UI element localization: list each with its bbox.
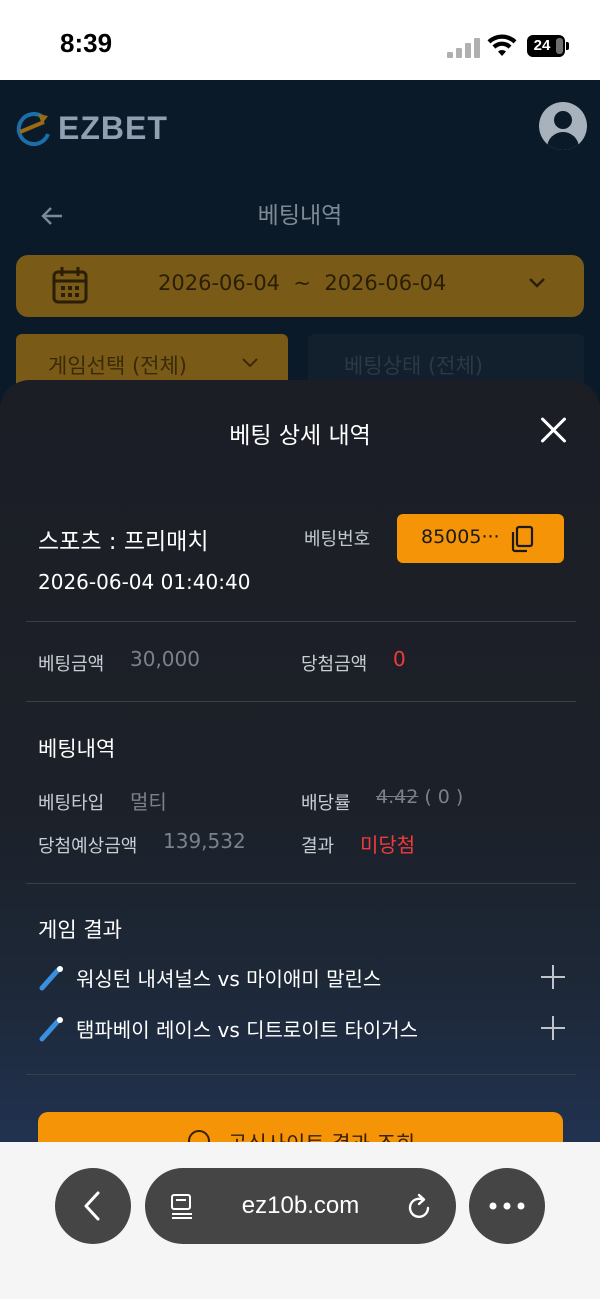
odds-value-group: 4.42 ( 0 ) [376,786,463,808]
expected-win-label: 당첨예상금액 [38,836,138,857]
clock: 8:39 [60,28,113,58]
expand-plus-icon[interactable] [541,965,565,989]
baseball-bat-icon [39,1017,63,1042]
bet-amount-value: 30,000 [130,647,200,671]
calendar-icon [52,267,88,304]
page-title: 베팅내역 [257,203,343,229]
bet-number-value: 85005··· [421,526,500,548]
close-icon[interactable] [540,416,568,444]
divider [26,883,576,884]
profile-avatar-icon[interactable] [539,102,587,150]
browser-back-button[interactable] [55,1168,131,1244]
game-results-title: 게임 결과 [38,918,122,942]
browser-toolbar: ez10b.com [0,1142,600,1299]
expand-plus-icon[interactable] [541,1016,565,1040]
bet-category: 스포츠 : 프리매치 [38,529,209,555]
bet-datetime: 2026-06-04 01:40:40 [38,570,251,594]
divider [26,701,576,702]
info-circle-icon [188,1130,210,1142]
game-result-row[interactable]: 탬파베이 레이스 vs 디트로이트 타이거스 [38,1012,568,1046]
status-filter-label: 베팅상태 (전체) [344,354,483,378]
game-name: 탬파베이 레이스 vs 디트로이트 타이거스 [76,1018,419,1042]
result-value: 미당첨 [360,833,416,857]
date-range-picker[interactable]: 2026-06-04 ~ 2026-06-04 [16,255,584,317]
bet-number-label: 베팅번호 [304,529,371,550]
logo-text: EZBET [58,110,168,146]
address-bar[interactable]: ez10b.com [145,1168,456,1244]
ellipsis-icon [489,1202,525,1210]
game-filter-label: 게임선택 (전체) [48,354,187,378]
win-amount-label: 당첨금액 [301,654,368,675]
date-range-text: 2026-06-04 ~ 2026-06-04 [158,271,447,295]
bet-number-copy-button[interactable]: 85005··· [397,514,564,563]
wifi-icon [487,34,517,56]
chevron-left-icon [84,1191,100,1221]
odds-label: 배당률 [301,793,351,814]
game-result-row[interactable]: 워싱턴 내셔널스 vs 마이애미 말린스 [38,961,568,995]
chevron-down-icon [529,278,545,288]
expected-win-value: 139,532 [163,829,246,853]
more-options-button[interactable] [469,1168,545,1244]
bet-type-label: 베팅타입 [38,793,105,814]
chevron-down-icon [242,358,258,368]
win-amount-value: 0 [393,647,406,671]
battery-nub [566,42,569,50]
status-bar: 8:39 24 [0,0,600,80]
official-results-button[interactable]: 공식사이트 결과 조회 [38,1112,563,1142]
battery-icon: 24 [527,35,565,57]
cellular-signal-icon [447,38,481,58]
bet-type-value: 멀티 [130,790,167,814]
result-label: 결과 [301,836,335,857]
bet-amount-label: 베팅금액 [38,654,105,675]
odds-adjusted: ( 0 ) [418,786,464,808]
odds-value: 4.42 [376,786,419,808]
reload-icon[interactable] [407,1192,433,1220]
bet-detail-sheet: 베팅 상세 내역 스포츠 : 프리매치 2026-06-04 01:40:40 … [0,380,600,1142]
divider [26,621,576,622]
copy-icon [511,525,534,553]
divider [26,1074,576,1075]
logo-mark-icon [16,112,50,146]
battery-level: 24 [533,37,551,54]
game-name: 워싱턴 내셔널스 vs 마이애미 말린스 [76,967,382,991]
sheet-title: 베팅 상세 내역 [229,423,371,449]
official-results-label: 공식사이트 결과 조회 [228,1128,415,1142]
bet-details-title: 베팅내역 [38,737,116,761]
baseball-bat-icon [39,966,63,991]
